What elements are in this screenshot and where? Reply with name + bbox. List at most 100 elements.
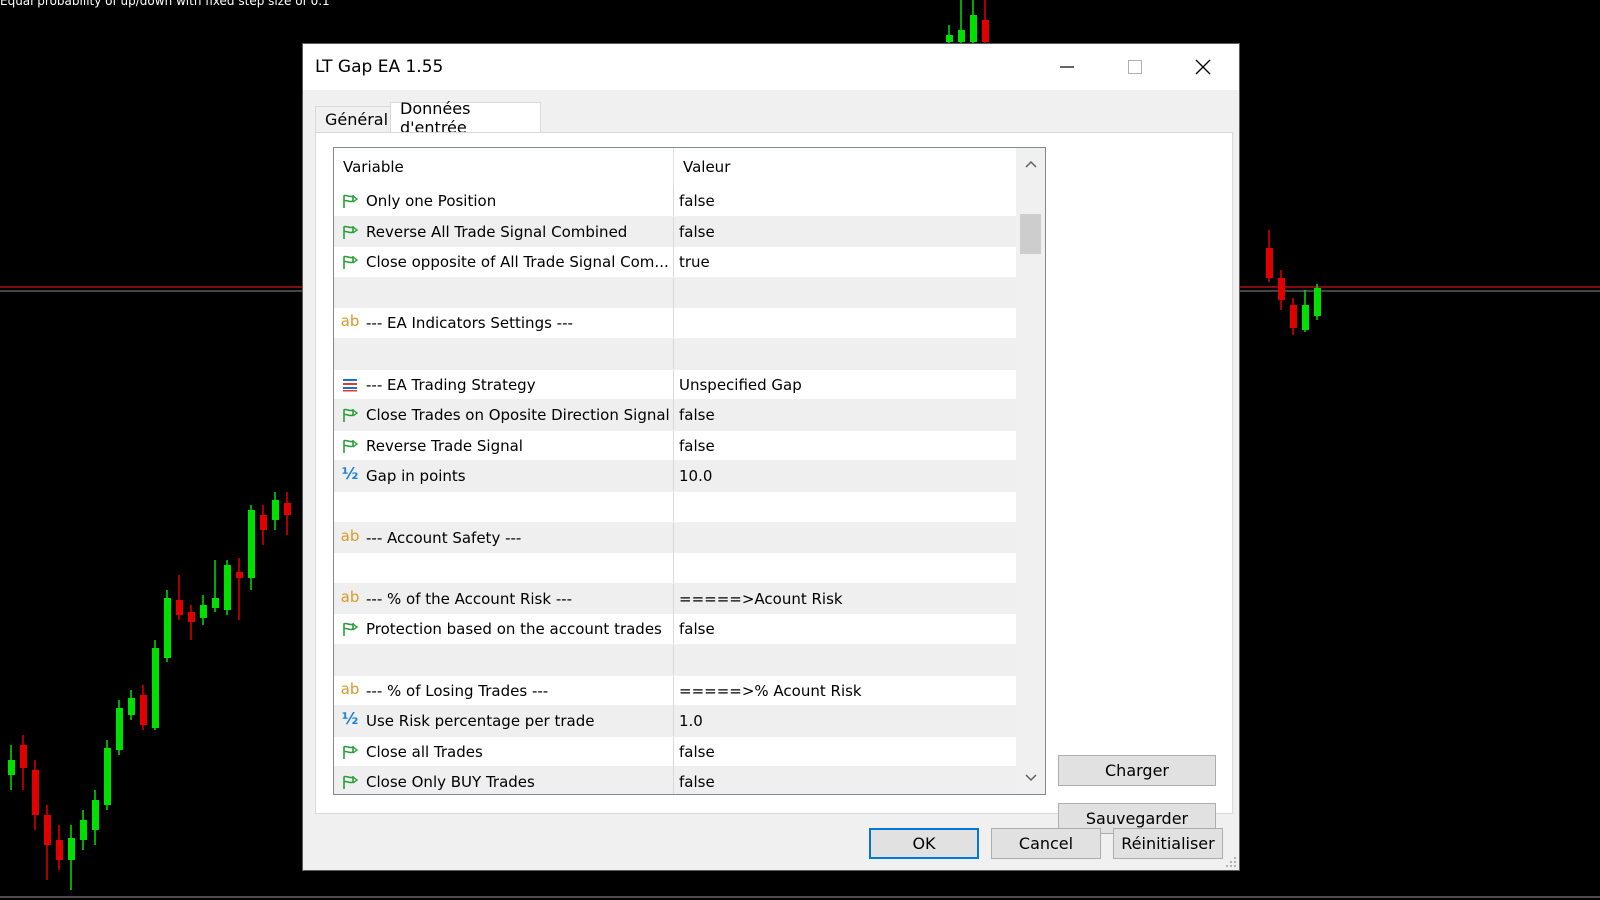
value-cell[interactable]: true xyxy=(679,247,1014,277)
value-cell[interactable] xyxy=(679,523,1014,553)
value-cell[interactable] xyxy=(679,308,1014,338)
variable-label: Only one Position xyxy=(366,192,497,210)
value-cell[interactable]: false xyxy=(679,737,1014,767)
title-bar[interactable]: LT Gap EA 1.55 xyxy=(303,44,1239,90)
variable-cell[interactable]: Close all Trades xyxy=(334,736,674,767)
table-row[interactable] xyxy=(334,491,1016,523)
table-row[interactable]: ½ Use Risk percentage per trade 1.0 xyxy=(334,706,1016,737)
candle-body xyxy=(140,695,147,725)
grid-header: Variable Valeur xyxy=(334,148,1016,186)
table-row[interactable] xyxy=(334,338,1016,370)
value-cell[interactable]: false xyxy=(679,400,1014,430)
value-cell[interactable] xyxy=(679,339,1014,369)
variable-cell[interactable]: Reverse Trade Signal xyxy=(334,430,674,461)
table-row[interactable]: ab --- Account Safety --- xyxy=(334,522,1016,554)
candle-body xyxy=(982,20,989,42)
table-row[interactable]: Close opposite of All Trade Signal Com..… xyxy=(334,247,1016,278)
variable-cell[interactable] xyxy=(334,644,674,675)
variable-cell[interactable] xyxy=(334,338,674,369)
grid-scrollbar[interactable] xyxy=(1016,148,1045,794)
string-type-icon: ab xyxy=(340,679,360,698)
variable-cell[interactable]: Close opposite of All Trade Signal Com..… xyxy=(334,247,674,278)
tab-general[interactable]: Général xyxy=(315,106,399,132)
variable-cell[interactable]: Close Only BUY Trades xyxy=(334,767,674,794)
table-row[interactable]: Close all Trades false xyxy=(334,736,1016,768)
variable-cell[interactable]: Reverse All Trade Signal Combined xyxy=(334,216,674,247)
close-button[interactable] xyxy=(1169,44,1237,90)
ok-button[interactable]: OK xyxy=(869,828,979,859)
value-cell[interactable] xyxy=(679,645,1014,675)
variable-cell[interactable] xyxy=(334,277,674,308)
value-cell[interactable]: false xyxy=(679,186,1014,216)
variable-cell[interactable]: --- EA Trading Strategy xyxy=(334,369,674,400)
table-row[interactable] xyxy=(334,644,1016,676)
value-cell[interactable]: false xyxy=(679,767,1014,794)
value-cell[interactable] xyxy=(679,553,1014,583)
cancel-button[interactable]: Cancel xyxy=(991,828,1101,859)
value-cell[interactable]: 1.0 xyxy=(679,706,1014,736)
grid-rows: Only one Position false Reverse All Trade … xyxy=(334,186,1016,794)
table-row[interactable]: ½ Gap in points 10.0 xyxy=(334,461,1016,492)
tab-inputs[interactable]: Données d'entrée xyxy=(390,99,541,137)
bool-type-icon xyxy=(341,224,359,240)
table-row[interactable]: Reverse All Trade Signal Combined false xyxy=(334,216,1016,248)
candle-body xyxy=(248,510,255,578)
variable-cell[interactable]: ½ Gap in points xyxy=(334,461,674,492)
variable-label: Gap in points xyxy=(366,467,466,486)
column-header-variable[interactable]: Variable xyxy=(334,148,674,186)
candle-body xyxy=(946,35,953,42)
value-cell[interactable]: =====>% Acount Risk xyxy=(679,676,1014,706)
variable-cell[interactable] xyxy=(334,491,674,522)
variable-cell[interactable] xyxy=(334,553,674,584)
table-row[interactable]: Close Only BUY Trades false xyxy=(334,767,1016,794)
candle-body xyxy=(116,708,123,750)
minimize-button[interactable] xyxy=(1033,44,1101,90)
value-cell[interactable]: false xyxy=(679,217,1014,247)
variable-cell[interactable]: Close Trades on Oposite Direction Signal xyxy=(334,400,674,431)
candle-body xyxy=(284,503,291,515)
table-row[interactable]: Close Trades on Oposite Direction Signal… xyxy=(334,400,1016,431)
variable-cell[interactable]: ab --- % of Losing Trades --- xyxy=(334,675,674,706)
variable-label: Close all Trades xyxy=(366,742,483,761)
value-cell[interactable]: 10.0 xyxy=(679,461,1014,491)
variable-cell[interactable]: ab --- % of the Account Risk --- xyxy=(334,583,674,614)
variable-cell[interactable]: Protection based on the account trades xyxy=(334,614,674,645)
chevron-up-icon xyxy=(1024,160,1037,168)
value-cell[interactable]: =====>Acount Risk xyxy=(679,584,1014,614)
candle-body xyxy=(164,598,171,658)
table-row[interactable]: Protection based on the account trades fa… xyxy=(334,614,1016,645)
load-button[interactable]: Charger xyxy=(1058,755,1216,786)
bool-type-icon xyxy=(341,438,359,454)
candle-body xyxy=(8,760,15,775)
variable-label: --- % of the Account Risk --- xyxy=(366,589,573,608)
variable-cell[interactable]: Only one Position xyxy=(334,186,674,216)
table-row[interactable] xyxy=(334,277,1016,309)
candle-body xyxy=(80,820,87,840)
table-row[interactable]: Only one Position false xyxy=(334,186,1016,217)
maximize-button[interactable] xyxy=(1101,44,1169,90)
table-row[interactable]: ab --- % of the Account Risk --- =====>Aco… xyxy=(334,583,1016,615)
scroll-up-button[interactable] xyxy=(1016,150,1045,178)
variable-cell[interactable]: ab --- EA Indicators Settings --- xyxy=(334,308,674,339)
table-row[interactable]: ab --- EA Indicators Settings --- xyxy=(334,308,1016,339)
scroll-thumb[interactable] xyxy=(1020,214,1041,254)
value-cell[interactable]: Unspecified Gap xyxy=(679,370,1014,400)
reset-button[interactable]: Réinitialiser xyxy=(1113,828,1223,859)
dialog-title: LT Gap EA 1.55 xyxy=(315,57,444,77)
value-cell[interactable] xyxy=(679,492,1014,522)
table-row[interactable]: --- EA Trading Strategy Unspecified Gap xyxy=(334,369,1016,401)
column-header-value[interactable]: Valeur xyxy=(674,148,1016,186)
variable-label: --- EA Indicators Settings --- xyxy=(366,314,573,333)
table-row[interactable] xyxy=(334,553,1016,584)
scroll-down-button[interactable] xyxy=(1016,764,1045,792)
table-row[interactable]: Reverse Trade Signal false xyxy=(334,430,1016,462)
candle-body xyxy=(152,648,159,728)
variable-cell[interactable]: ab --- Account Safety --- xyxy=(334,522,674,553)
bool-type-icon xyxy=(341,193,359,209)
value-cell[interactable]: false xyxy=(679,614,1014,644)
value-cell[interactable]: false xyxy=(679,431,1014,461)
value-cell[interactable] xyxy=(679,278,1014,308)
resize-grip-icon[interactable] xyxy=(1225,856,1237,868)
variable-cell[interactable]: ½ Use Risk percentage per trade xyxy=(334,706,674,737)
table-row[interactable]: ab --- % of Losing Trades --- =====>% Acou… xyxy=(334,675,1016,707)
